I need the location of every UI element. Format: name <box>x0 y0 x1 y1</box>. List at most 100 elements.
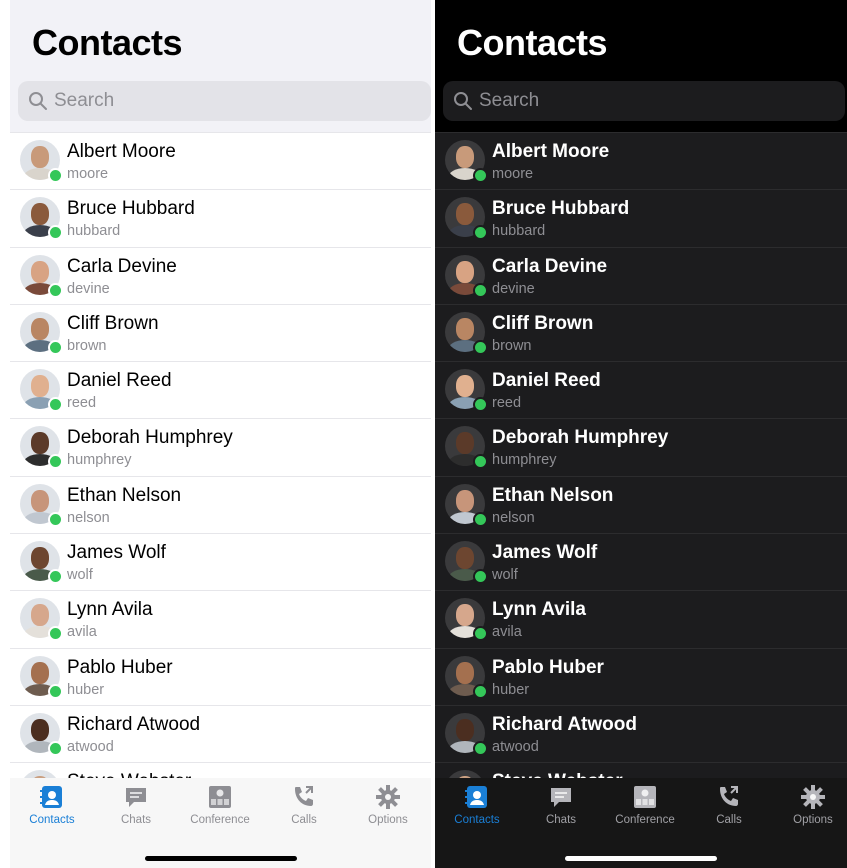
contact-row[interactable]: Albert Moore moore <box>435 132 847 189</box>
contact-username: huber <box>67 681 105 698</box>
tab-calls[interactable]: Calls <box>687 784 771 826</box>
contact-row[interactable]: Cliff Brown brown <box>10 303 431 361</box>
contact-row[interactable]: Bruce Hubbard hubbard <box>435 189 847 246</box>
search-placeholder: Search <box>54 90 115 111</box>
contact-username: hubbard <box>67 223 121 240</box>
contact-row[interactable]: Daniel Reed reed <box>10 361 431 418</box>
contact-row[interactable]: James Wolf wolf <box>10 533 431 590</box>
tab-chats[interactable]: Chats <box>519 784 603 826</box>
online-status-indicator <box>48 626 63 642</box>
contact-username: avila <box>67 624 97 641</box>
search-input[interactable]: Search <box>18 81 431 121</box>
tab-bar: Contacts Chats Conference Calls Options <box>10 778 431 868</box>
contact-row[interactable]: Daniel Reed reed <box>435 361 847 418</box>
contact-username: nelson <box>67 509 110 526</box>
tab-contacts[interactable]: Contacts <box>10 784 94 826</box>
phone-call-icon <box>262 784 346 810</box>
contact-name: Lynn Avila <box>492 599 586 621</box>
contact-name: Bruce Hubbard <box>492 198 630 220</box>
contacts-icon <box>10 784 94 810</box>
contact-username: wolf <box>67 567 93 584</box>
online-status-indicator <box>473 282 488 298</box>
online-status-indicator <box>48 740 63 756</box>
contact-name: Albert Moore <box>492 141 610 162</box>
header: Contacts Search <box>435 0 847 132</box>
contact-username: reed <box>67 395 97 412</box>
contact-row[interactable]: James Wolf wolf <box>435 533 847 590</box>
tab-label: Options <box>368 814 408 826</box>
contact-row[interactable]: Pablo Huber huber <box>10 647 431 705</box>
online-status-indicator <box>48 397 63 413</box>
tab-label: Calls <box>716 814 742 826</box>
contact-row[interactable]: Carla Devine devine <box>10 246 431 304</box>
tab-label: Conference <box>615 814 675 826</box>
tab-options[interactable]: Options <box>346 784 430 826</box>
gear-icon <box>771 784 847 810</box>
tab-label: Contacts <box>29 814 75 826</box>
contact-row[interactable]: Richard Atwood atwood <box>10 704 431 762</box>
search-input[interactable]: Search <box>443 81 845 121</box>
contact-username: huber <box>492 681 530 698</box>
contact-name: Steve Webster <box>492 771 623 778</box>
tab-conference[interactable]: Conference <box>603 784 687 826</box>
tab-label: Chats <box>120 814 152 826</box>
tab-chats[interactable]: Chats <box>94 784 178 826</box>
online-status-indicator <box>48 225 63 241</box>
contact-username: avila <box>492 624 522 641</box>
contact-username: humphrey <box>67 452 132 469</box>
online-status-indicator <box>48 168 63 183</box>
contact-list: Albert Moore moore Bruce Hubbard hubbard… <box>10 132 431 778</box>
contact-row[interactable]: Bruce Hubbard hubbard <box>10 189 431 246</box>
contact-name: Cliff Brown <box>67 312 159 334</box>
contact-name: Pablo Huber <box>67 656 173 678</box>
tab-calls[interactable]: Calls <box>262 784 346 826</box>
contact-username: brown <box>67 337 107 354</box>
home-indicator <box>144 856 297 861</box>
contact-row[interactable]: Cliff Brown brown <box>435 303 847 361</box>
contact-row[interactable]: Ethan Nelson nelson <box>10 475 431 533</box>
contact-username: humphrey <box>492 452 557 469</box>
contact-name: Deborah Humphrey <box>67 427 233 449</box>
contact-username: reed <box>492 395 522 412</box>
screen: Contacts Search Albert Moore moore Bruce… <box>0 0 847 868</box>
contact-name: Steve Webster <box>67 771 191 778</box>
online-status-indicator <box>473 225 488 241</box>
search-icon <box>29 92 47 110</box>
contact-row[interactable]: Albert Moore moore <box>10 132 431 189</box>
tab-options[interactable]: Options <box>771 784 847 826</box>
online-status-indicator <box>48 282 63 298</box>
tab-conference[interactable]: Conference <box>178 784 262 826</box>
contact-row[interactable]: Deborah Humphrey humphrey <box>10 418 431 475</box>
contact-username: hubbard <box>492 223 546 240</box>
contact-row[interactable]: Deborah Humphrey humphrey <box>435 418 847 475</box>
contact-username: wolf <box>492 567 518 584</box>
contact-row[interactable]: Ethan Nelson nelson <box>435 475 847 533</box>
contact-row[interactable]: Lynn Avila avila <box>10 590 431 647</box>
conference-icon <box>178 784 262 810</box>
search-icon <box>454 92 472 110</box>
tab-contacts[interactable]: Contacts <box>435 784 519 826</box>
contact-name: Richard Atwood <box>67 713 201 735</box>
contact-row[interactable]: Richard Atwood atwood <box>435 704 847 762</box>
online-status-indicator <box>473 683 488 699</box>
gear-icon <box>346 784 430 810</box>
contacts-screen-dark: Contacts Search Albert Moore moore Bruce… <box>435 0 847 868</box>
contact-row[interactable]: Steve Webster <box>10 762 431 778</box>
contact-row[interactable]: Carla Devine devine <box>435 246 847 304</box>
contact-username: devine <box>492 280 535 297</box>
online-status-indicator <box>473 740 488 756</box>
contact-row[interactable]: Pablo Huber huber <box>435 647 847 705</box>
contact-username: moore <box>67 166 109 182</box>
contact-name: Ethan Nelson <box>492 484 614 506</box>
contact-name: Carla Devine <box>492 255 608 277</box>
contact-name: Carla Devine <box>67 255 177 277</box>
header: Contacts Search <box>10 0 431 132</box>
contact-row[interactable]: Lynn Avila avila <box>435 590 847 647</box>
online-status-indicator <box>48 339 63 355</box>
chat-bubble-icon <box>519 784 603 810</box>
online-status-indicator <box>473 168 488 183</box>
phone-call-icon <box>687 784 771 810</box>
online-status-indicator <box>473 569 488 585</box>
online-status-indicator <box>48 683 63 699</box>
contact-row[interactable]: Steve Webster <box>435 762 847 778</box>
